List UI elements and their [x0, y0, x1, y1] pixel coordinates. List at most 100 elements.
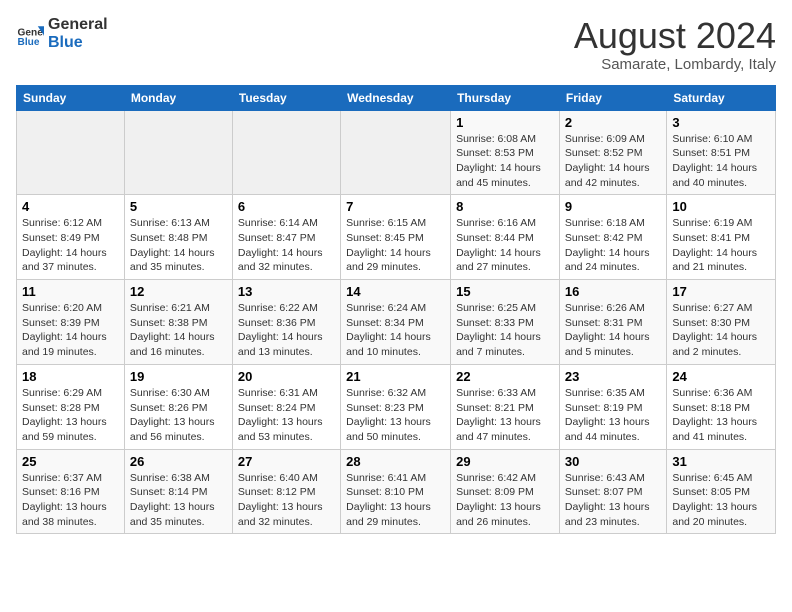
cell-5-7: 31Sunrise: 6:45 AM Sunset: 8:05 PM Dayli…: [667, 449, 776, 534]
day-number: 8: [456, 199, 554, 214]
cell-5-3: 27 Sunrise: 6:40 AM Sunset: 8:12 PM Dayli…: [232, 449, 340, 534]
day-info: Sunrise: 6:40 AM Sunset: 8:12 PM Dayligh…: [238, 471, 335, 530]
cell-4-6: 23 Sunrise: 6:35 AM Sunset: 8:19 PM Dayli…: [559, 364, 666, 449]
day-number: 18: [22, 369, 119, 384]
day-number: 9: [565, 199, 661, 214]
day-info: Sunrise: 6:12 AM Sunset: 8:49 PM Dayligh…: [22, 216, 119, 275]
col-header-tuesday: Tuesday: [232, 85, 340, 110]
day-info: Sunrise: 6:09 AM Sunset: 8:52 PM Dayligh…: [565, 132, 661, 191]
cell-4-5: 22 Sunrise: 6:33 AM Sunset: 8:21 PM Dayli…: [451, 364, 560, 449]
day-info: Sunrise: 6:29 AM Sunset: 8:28 PM Dayligh…: [22, 386, 119, 445]
day-info: Sunrise: 6:10 AM Sunset: 8:51 PM Dayligh…: [672, 132, 770, 191]
cell-1-6: 2 Sunrise: 6:09 AM Sunset: 8:52 PM Daylig…: [559, 110, 666, 195]
logo-icon: General Blue: [16, 20, 44, 48]
week-row-2: 4 Sunrise: 6:12 AM Sunset: 8:49 PM Daylig…: [17, 195, 776, 280]
logo: General Blue General Blue: [16, 16, 108, 51]
cell-4-7: 24 Sunrise: 6:36 AM Sunset: 8:18 PM Dayli…: [667, 364, 776, 449]
day-number: 2: [565, 115, 661, 130]
cell-1-2: [124, 110, 232, 195]
col-header-thursday: Thursday: [451, 85, 560, 110]
day-info: Sunrise: 6:21 AM Sunset: 8:38 PM Dayligh…: [130, 301, 227, 360]
cell-1-3: [232, 110, 340, 195]
cell-4-4: 21Sunrise: 6:32 AM Sunset: 8:23 PM Dayli…: [341, 364, 451, 449]
cell-5-6: 30 Sunrise: 6:43 AM Sunset: 8:07 PM Dayli…: [559, 449, 666, 534]
day-number: 20: [238, 369, 335, 384]
day-info: Sunrise: 6:14 AM Sunset: 8:47 PM Dayligh…: [238, 216, 335, 275]
cell-2-7: 10 Sunrise: 6:19 AM Sunset: 8:41 PM Dayli…: [667, 195, 776, 280]
col-header-friday: Friday: [559, 85, 666, 110]
cell-3-3: 13 Sunrise: 6:22 AM Sunset: 8:36 PM Dayli…: [232, 280, 340, 365]
cell-2-5: 8 Sunrise: 6:16 AM Sunset: 8:44 PM Daylig…: [451, 195, 560, 280]
day-number: 29: [456, 454, 554, 469]
cell-3-1: 11 Sunrise: 6:20 AM Sunset: 8:39 PM Dayli…: [17, 280, 125, 365]
day-info: Sunrise: 6:25 AM Sunset: 8:33 PM Dayligh…: [456, 301, 554, 360]
day-number: 6: [238, 199, 335, 214]
cell-3-4: 14Sunrise: 6:24 AM Sunset: 8:34 PM Dayli…: [341, 280, 451, 365]
day-info: Sunrise: 6:22 AM Sunset: 8:36 PM Dayligh…: [238, 301, 335, 360]
day-info: Sunrise: 6:41 AM Sunset: 8:10 PM Dayligh…: [346, 471, 445, 530]
day-number: 22: [456, 369, 554, 384]
cell-3-7: 17Sunrise: 6:27 AM Sunset: 8:30 PM Dayli…: [667, 280, 776, 365]
col-header-sunday: Sunday: [17, 85, 125, 110]
day-number: 19: [130, 369, 227, 384]
day-number: 30: [565, 454, 661, 469]
week-row-5: 25 Sunrise: 6:37 AM Sunset: 8:16 PM Dayli…: [17, 449, 776, 534]
day-info: Sunrise: 6:26 AM Sunset: 8:31 PM Dayligh…: [565, 301, 661, 360]
day-number: 28: [346, 454, 445, 469]
day-info: Sunrise: 6:43 AM Sunset: 8:07 PM Dayligh…: [565, 471, 661, 530]
day-info: Sunrise: 6:30 AM Sunset: 8:26 PM Dayligh…: [130, 386, 227, 445]
day-info: Sunrise: 6:35 AM Sunset: 8:19 PM Dayligh…: [565, 386, 661, 445]
cell-1-7: 3 Sunrise: 6:10 AM Sunset: 8:51 PM Daylig…: [667, 110, 776, 195]
day-number: 5: [130, 199, 227, 214]
day-number: 10: [672, 199, 770, 214]
day-info: Sunrise: 6:08 AM Sunset: 8:53 PM Dayligh…: [456, 132, 554, 191]
day-info: Sunrise: 6:13 AM Sunset: 8:48 PM Dayligh…: [130, 216, 227, 275]
subtitle: Samarate, Lombardy, Italy: [574, 56, 776, 73]
title-block: August 2024 Samarate, Lombardy, Italy: [574, 16, 776, 73]
cell-5-5: 29 Sunrise: 6:42 AM Sunset: 8:09 PM Dayli…: [451, 449, 560, 534]
cell-4-1: 18 Sunrise: 6:29 AM Sunset: 8:28 PM Dayli…: [17, 364, 125, 449]
day-number: 25: [22, 454, 119, 469]
day-info: Sunrise: 6:18 AM Sunset: 8:42 PM Dayligh…: [565, 216, 661, 275]
day-info: Sunrise: 6:37 AM Sunset: 8:16 PM Dayligh…: [22, 471, 119, 530]
cell-5-4: 28 Sunrise: 6:41 AM Sunset: 8:10 PM Dayli…: [341, 449, 451, 534]
cell-1-4: [341, 110, 451, 195]
week-row-3: 11 Sunrise: 6:20 AM Sunset: 8:39 PM Dayli…: [17, 280, 776, 365]
calendar-table: SundayMondayTuesdayWednesdayThursdayFrid…: [16, 85, 776, 535]
cell-4-3: 20 Sunrise: 6:31 AM Sunset: 8:24 PM Dayli…: [232, 364, 340, 449]
day-info: Sunrise: 6:16 AM Sunset: 8:44 PM Dayligh…: [456, 216, 554, 275]
day-number: 4: [22, 199, 119, 214]
cell-2-4: 7 Sunrise: 6:15 AM Sunset: 8:45 PM Daylig…: [341, 195, 451, 280]
day-info: Sunrise: 6:20 AM Sunset: 8:39 PM Dayligh…: [22, 301, 119, 360]
cell-1-5: 1Sunrise: 6:08 AM Sunset: 8:53 PM Daylig…: [451, 110, 560, 195]
page-header: General Blue General Blue August 2024 Sa…: [16, 16, 776, 73]
day-info: Sunrise: 6:19 AM Sunset: 8:41 PM Dayligh…: [672, 216, 770, 275]
day-info: Sunrise: 6:15 AM Sunset: 8:45 PM Dayligh…: [346, 216, 445, 275]
week-row-4: 18 Sunrise: 6:29 AM Sunset: 8:28 PM Dayli…: [17, 364, 776, 449]
day-number: 13: [238, 284, 335, 299]
cell-2-3: 6 Sunrise: 6:14 AM Sunset: 8:47 PM Daylig…: [232, 195, 340, 280]
day-number: 12: [130, 284, 227, 299]
cell-5-1: 25 Sunrise: 6:37 AM Sunset: 8:16 PM Dayli…: [17, 449, 125, 534]
day-number: 7: [346, 199, 445, 214]
day-info: Sunrise: 6:31 AM Sunset: 8:24 PM Dayligh…: [238, 386, 335, 445]
cell-2-1: 4 Sunrise: 6:12 AM Sunset: 8:49 PM Daylig…: [17, 195, 125, 280]
day-info: Sunrise: 6:36 AM Sunset: 8:18 PM Dayligh…: [672, 386, 770, 445]
cell-4-2: 19 Sunrise: 6:30 AM Sunset: 8:26 PM Dayli…: [124, 364, 232, 449]
cell-3-5: 15 Sunrise: 6:25 AM Sunset: 8:33 PM Dayli…: [451, 280, 560, 365]
day-number: 24: [672, 369, 770, 384]
day-info: Sunrise: 6:33 AM Sunset: 8:21 PM Dayligh…: [456, 386, 554, 445]
day-number: 15: [456, 284, 554, 299]
cell-2-2: 5 Sunrise: 6:13 AM Sunset: 8:48 PM Daylig…: [124, 195, 232, 280]
main-title: August 2024: [574, 16, 776, 56]
day-number: 27: [238, 454, 335, 469]
cell-2-6: 9 Sunrise: 6:18 AM Sunset: 8:42 PM Daylig…: [559, 195, 666, 280]
day-number: 11: [22, 284, 119, 299]
day-number: 23: [565, 369, 661, 384]
day-number: 31: [672, 454, 770, 469]
cell-1-1: [17, 110, 125, 195]
logo-general: General: [48, 16, 108, 34]
day-number: 3: [672, 115, 770, 130]
day-info: Sunrise: 6:42 AM Sunset: 8:09 PM Dayligh…: [456, 471, 554, 530]
logo-blue: Blue: [48, 34, 108, 52]
